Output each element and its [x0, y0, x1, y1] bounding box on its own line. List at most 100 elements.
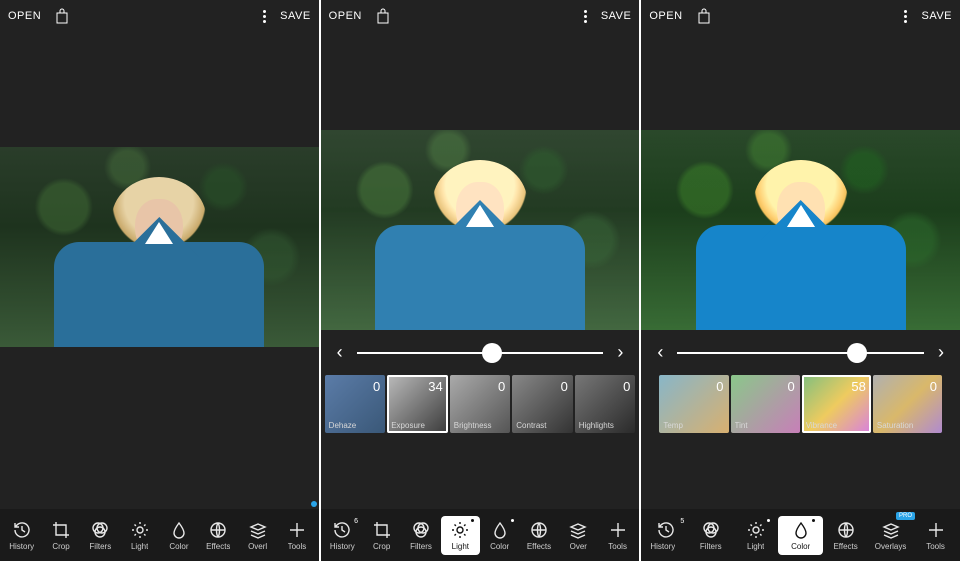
tool-label: Crop	[373, 542, 390, 551]
tool-label: Over	[570, 542, 587, 551]
screen-color: OPEN SAVE ‹ › 0Temp 0Tint 58Vibrance 0Sa…	[641, 0, 960, 561]
tile-label: Temp	[663, 421, 724, 430]
tile-contrast[interactable]: 0 Contrast	[512, 375, 573, 433]
slider-thumb[interactable]	[482, 343, 502, 363]
tile-exposure[interactable]: 34Exposure	[387, 375, 448, 433]
slider-thumb[interactable]	[847, 343, 867, 363]
tool-tools[interactable]: Tools	[277, 516, 316, 555]
tile-label: Tint	[735, 421, 796, 430]
tile-tint[interactable]: 0Tint	[731, 375, 800, 433]
tile-label: Dehaze	[329, 421, 382, 430]
open-button[interactable]: OPEN	[8, 10, 41, 22]
tile-value: 0	[623, 379, 630, 394]
slider-track[interactable]	[677, 352, 924, 354]
open-button[interactable]: OPEN	[329, 10, 362, 22]
prev-arrow-icon[interactable]: ‹	[649, 342, 671, 363]
adjustment-slider: ‹ ›	[321, 342, 640, 363]
notification-dot	[311, 501, 317, 507]
tool-history[interactable]: 5 History	[643, 516, 688, 555]
tool-effects[interactable]: Effects	[519, 516, 558, 555]
modified-dot	[471, 519, 474, 522]
tile-highlights[interactable]: 0 Highlights	[575, 375, 636, 433]
tool-label: Color	[791, 542, 810, 551]
tool-label: Light	[452, 542, 469, 551]
tile-vibrance[interactable]: 58Vibrance	[802, 375, 871, 433]
modified-dot	[511, 519, 514, 522]
next-arrow-icon[interactable]: ›	[930, 342, 952, 363]
save-button[interactable]: SAVE	[601, 10, 632, 22]
slider-track[interactable]	[357, 352, 604, 354]
more-icon[interactable]	[896, 8, 915, 25]
tool-crop[interactable]: Crop	[41, 516, 80, 555]
tool-effects[interactable]: Effects	[199, 516, 238, 555]
tool-label: Crop	[52, 542, 69, 551]
tool-overlays[interactable]: Over	[559, 516, 598, 555]
save-button[interactable]: SAVE	[921, 10, 952, 22]
tool-effects[interactable]: Effects	[823, 516, 868, 555]
shop-icon[interactable]	[697, 8, 711, 24]
color-tiles: 0Temp 0Tint 58Vibrance 0Saturation	[641, 375, 960, 433]
shop-icon[interactable]	[55, 8, 69, 24]
tile-saturation[interactable]: 0Saturation	[873, 375, 942, 433]
tool-filters[interactable]: Filters	[401, 516, 440, 555]
tile-brightness[interactable]: 0 Brightness	[450, 375, 511, 433]
tile-label: Highlights	[579, 421, 632, 430]
tool-color[interactable]: Color	[778, 516, 823, 555]
tool-label: Tools	[608, 542, 627, 551]
tool-filters[interactable]: Filters	[688, 516, 733, 555]
history-count: 5	[680, 518, 684, 525]
history-count: 6	[354, 518, 358, 525]
tool-color[interactable]: Color	[480, 516, 519, 555]
save-button[interactable]: SAVE	[280, 10, 311, 22]
tool-label: Effects	[833, 542, 857, 551]
canvas[interactable]	[321, 32, 640, 561]
tool-label: Effects	[206, 542, 230, 551]
modified-dot	[767, 519, 770, 522]
tile-value: 0	[561, 379, 568, 394]
bottom-toolbar: 5 History Filters Light Color Effects PRO…	[641, 509, 960, 561]
open-button[interactable]: OPEN	[649, 10, 682, 22]
topbar: OPEN SAVE	[321, 0, 640, 32]
tool-overlays[interactable]: PROOverlays	[868, 516, 913, 555]
tool-label: History	[650, 542, 675, 551]
tool-label: Overl	[248, 542, 267, 551]
screen-light: OPEN SAVE ‹ › 0 Dehaze 34Exposure 0 Bright…	[321, 0, 640, 561]
canvas[interactable]	[0, 32, 319, 561]
tile-dehaze[interactable]: 0 Dehaze	[325, 375, 386, 433]
tool-light[interactable]: Light	[441, 516, 480, 555]
screen-history: OPEN SAVE History Crop Filters Light Col…	[0, 0, 319, 561]
tool-overlays[interactable]: Overl	[238, 516, 277, 555]
modified-dot	[812, 519, 815, 522]
tool-color[interactable]: Color	[159, 516, 198, 555]
tool-label: Light	[747, 542, 764, 551]
tool-label: Effects	[527, 542, 551, 551]
tool-light[interactable]: Light	[733, 516, 778, 555]
next-arrow-icon[interactable]: ›	[609, 342, 631, 363]
photo	[641, 130, 960, 330]
tool-history[interactable]: 6History	[323, 516, 362, 555]
canvas[interactable]	[641, 32, 960, 561]
tile-label: Brightness	[454, 421, 507, 430]
adjustment-slider: ‹ ›	[641, 342, 960, 363]
tile-value: 0	[498, 379, 505, 394]
topbar: OPEN SAVE	[641, 0, 960, 32]
tool-tools[interactable]: Tools	[598, 516, 637, 555]
tool-label: Color	[169, 542, 188, 551]
tile-temp[interactable]: 0Temp	[659, 375, 728, 433]
tool-light[interactable]: Light	[120, 516, 159, 555]
tool-tools[interactable]: Tools	[913, 516, 958, 555]
tool-history[interactable]: History	[2, 516, 41, 555]
more-icon[interactable]	[255, 8, 274, 25]
tool-label: Tools	[288, 542, 307, 551]
tile-value: 0	[373, 379, 380, 394]
tool-label: Filters	[89, 542, 111, 551]
prev-arrow-icon[interactable]: ‹	[329, 342, 351, 363]
photo	[321, 130, 640, 330]
tool-filters[interactable]: Filters	[81, 516, 120, 555]
tile-value: 0	[930, 379, 937, 394]
more-icon[interactable]	[576, 8, 595, 25]
tile-label: Contrast	[516, 421, 569, 430]
tool-crop[interactable]: Crop	[362, 516, 401, 555]
shop-icon[interactable]	[376, 8, 390, 24]
bottom-toolbar: 6History Crop Filters Light Color Effect…	[321, 509, 640, 561]
